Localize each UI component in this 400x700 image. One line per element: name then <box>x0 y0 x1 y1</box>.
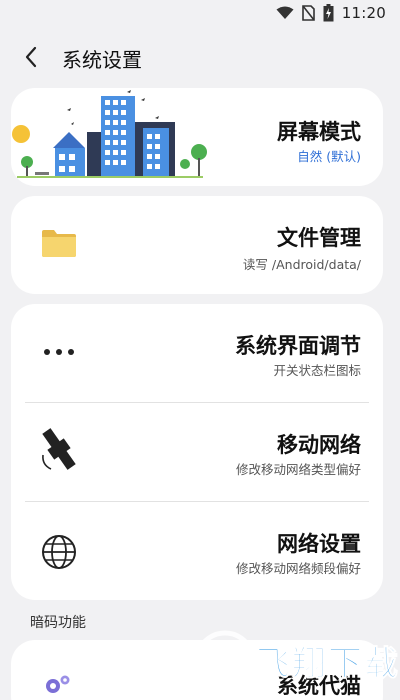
system-ui-tuner-item[interactable]: 系统界面调节 开关状态栏图标 <box>11 304 383 402</box>
globe-icon <box>42 535 76 569</box>
chevron-left-icon <box>25 46 37 68</box>
battery-charging-icon <box>323 4 334 22</box>
network-settings-title: 网络设置 <box>277 532 361 556</box>
status-bar: 11:20 <box>0 0 400 28</box>
screen-mode-subtitle: 自然 (默认) <box>297 149 361 164</box>
watermark-logo-icon <box>194 630 256 692</box>
screen-mode-title: 屏幕模式 <box>277 120 361 144</box>
mobile-network-subtitle: 修改移动网络类型偏好 <box>235 462 361 477</box>
watermark-text: 飞翔下载 <box>256 644 400 685</box>
watermark: 飞翔下载 <box>188 622 400 700</box>
page-title: 系统设置 <box>62 48 142 72</box>
file-management-card[interactable]: 文件管理 读写 /Android/data/ <box>11 196 383 294</box>
network-settings-subtitle: 修改移动网络频段偏好 <box>235 561 361 576</box>
status-icons: 11:20 <box>276 4 386 22</box>
screen-mode-card[interactable]: 屏幕模式 自然 (默认) <box>11 88 383 186</box>
more-dots-icon <box>44 349 74 355</box>
mobile-network-title: 移动网络 <box>277 433 361 457</box>
status-time: 11:20 <box>341 4 386 22</box>
mobile-network-item[interactable]: 移动网络 修改移动网络类型偏好 <box>11 403 383 501</box>
system-ui-tuner-title: 系统界面调节 <box>235 334 361 358</box>
file-management-subtitle: 读写 /Android/data/ <box>242 257 361 272</box>
file-management-title: 文件管理 <box>277 226 361 250</box>
section-label: 暗码功能 <box>30 615 86 631</box>
no-sim-icon <box>301 5 315 21</box>
app-bar: 系统设置 <box>0 36 400 80</box>
back-button[interactable] <box>18 44 44 70</box>
wifi-icon <box>276 6 294 19</box>
gears-icon <box>46 675 70 693</box>
system-ui-tuner-subtitle: 开关状态栏图标 <box>273 363 361 378</box>
folder-icon <box>42 230 76 257</box>
city-illustration-icon <box>12 90 207 178</box>
network-settings-item[interactable]: 网络设置 修改移动网络频段偏好 <box>11 502 383 600</box>
satellite-icon <box>42 428 76 470</box>
settings-group-card: 系统界面调节 开关状态栏图标 移动网络 修改移动网络类型偏好 网络设置 修改移动… <box>11 304 383 600</box>
